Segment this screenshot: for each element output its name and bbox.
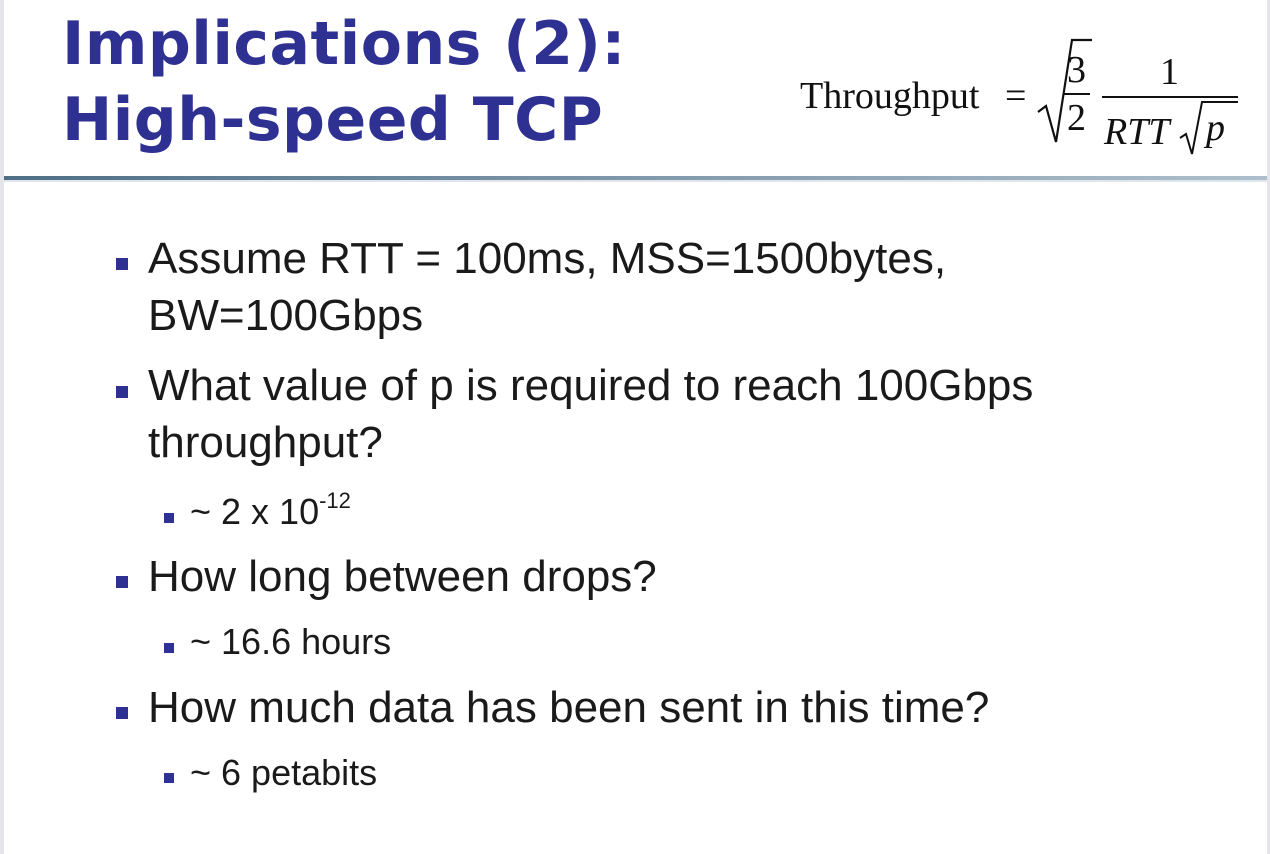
slide-title-line1: Implications (2):	[62, 9, 626, 79]
subbullet-3: ~ 6 petabits	[190, 752, 378, 793]
formula-frac2-den-p: p	[1206, 107, 1225, 149]
bullet-marker	[116, 258, 128, 270]
bullet-1-line2: BW=100Gbps	[148, 291, 424, 340]
formula-frac1-num: 3	[1067, 49, 1086, 91]
formula-frac2-den-rtt: RTT	[1104, 111, 1170, 153]
bullet-2-line2: throughput?	[148, 418, 383, 467]
bullet-marker	[116, 386, 128, 398]
title-divider-shadow	[4, 180, 1267, 182]
bullet-4: How much data has been sent in this time…	[148, 683, 990, 732]
subbullet-marker	[164, 773, 174, 783]
subbullet-2: ~ 16.6 hours	[190, 621, 392, 662]
slide-title: Implications (2): High-speed TCP	[62, 6, 626, 158]
bullet-marker	[116, 576, 128, 588]
slide-title-line2: High-speed TCP	[62, 85, 604, 155]
formula-frac2-num: 1	[1160, 51, 1179, 93]
throughput-formula: Throughput = 3 2 1 RTT p	[800, 38, 1250, 158]
formula-radicals	[1037, 38, 1238, 155]
bullet-1-line1: Assume RTT = 100ms, MSS=1500bytes,	[148, 234, 947, 283]
bullet-3: How long between drops?	[148, 552, 657, 601]
bullet-marker	[116, 707, 128, 719]
subbullet-marker	[164, 513, 174, 523]
subbullet-1-exponent: -12	[319, 488, 351, 513]
bullet-2-line1: What value of p is required to reach 100…	[148, 361, 1034, 410]
subbullet-marker	[164, 643, 174, 653]
subbullet-1-base: ~ 2 x 10	[190, 491, 320, 532]
formula-frac1-den: 2	[1067, 97, 1086, 139]
slide-left-edge	[0, 0, 4, 854]
subbullet-1: ~ 2 x 10-12	[190, 490, 351, 534]
